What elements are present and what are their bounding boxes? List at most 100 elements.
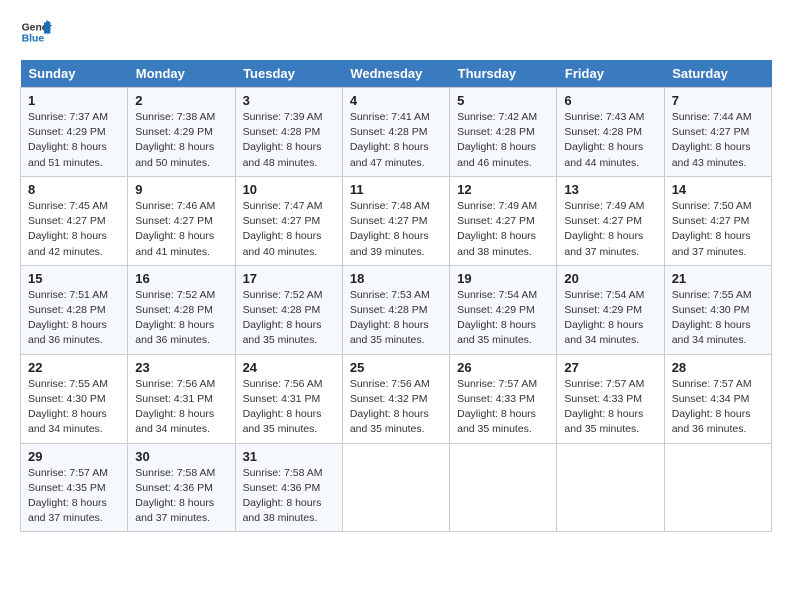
day-cell: 18 Sunrise: 7:53 AMSunset: 4:28 PMDayligh…: [342, 265, 449, 354]
day-cell: 11 Sunrise: 7:48 AMSunset: 4:27 PMDayligh…: [342, 176, 449, 265]
days-header-row: SundayMondayTuesdayWednesdayThursdayFrid…: [21, 60, 772, 88]
day-info: Sunrise: 7:57 AMSunset: 4:34 PMDaylight:…: [672, 378, 752, 436]
day-info: Sunrise: 7:55 AMSunset: 4:30 PMDaylight:…: [672, 289, 752, 347]
day-info: Sunrise: 7:39 AMSunset: 4:28 PMDaylight:…: [243, 111, 323, 169]
header-sunday: Sunday: [21, 60, 128, 88]
day-cell: 7Sunrise: 7:44 AMSunset: 4:27 PMDaylight…: [664, 88, 771, 177]
day-info: Sunrise: 7:51 AMSunset: 4:28 PMDaylight:…: [28, 289, 108, 347]
day-cell: 20Sunrise: 7:54 AMSunset: 4:29 PMDayligh…: [557, 265, 664, 354]
day-info: Sunrise: 7:49 AMSunset: 4:27 PMDaylight:…: [457, 200, 537, 258]
day-info: Sunrise: 7:52 AMSunset: 4:28 PMDaylight:…: [243, 289, 323, 347]
day-number: 28: [672, 360, 764, 375]
day-info: Sunrise: 7:50 AMSunset: 4:27 PMDaylight:…: [672, 200, 752, 258]
day-number: 9: [135, 182, 227, 197]
day-cell: 28 Sunrise: 7:57 AMSunset: 4:34 PMDayligh…: [664, 354, 771, 443]
day-info: Sunrise: 7:49 AMSunset: 4:27 PMDaylight:…: [564, 200, 644, 258]
day-number: 10: [243, 182, 335, 197]
day-number: 13: [564, 182, 656, 197]
day-number: 25: [350, 360, 442, 375]
day-info: Sunrise: 7:53 AMSunset: 4:28 PMDaylight:…: [350, 289, 430, 347]
day-cell: 1 Sunrise: 7:37 AMSunset: 4:29 PMDaylight…: [21, 88, 128, 177]
day-cell: 2Sunrise: 7:38 AMSunset: 4:29 PMDaylight…: [128, 88, 235, 177]
day-number: 31: [243, 449, 335, 464]
day-cell: 8 Sunrise: 7:45 AMSunset: 4:27 PMDaylight…: [21, 176, 128, 265]
day-info: Sunrise: 7:38 AMSunset: 4:29 PMDaylight:…: [135, 111, 215, 169]
day-cell: [342, 443, 449, 532]
day-number: 17: [243, 271, 335, 286]
day-cell: 5 Sunrise: 7:42 AMSunset: 4:28 PMDaylight…: [450, 88, 557, 177]
day-number: 26: [457, 360, 549, 375]
day-number: 16: [135, 271, 227, 286]
day-info: Sunrise: 7:57 AMSunset: 4:35 PMDaylight:…: [28, 467, 108, 525]
day-cell: 27 Sunrise: 7:57 AMSunset: 4:33 PMDayligh…: [557, 354, 664, 443]
day-number: 23: [135, 360, 227, 375]
day-info: Sunrise: 7:57 AMSunset: 4:33 PMDaylight:…: [564, 378, 644, 436]
day-info: Sunrise: 7:48 AMSunset: 4:27 PMDaylight:…: [350, 200, 430, 258]
week-row-3: 15Sunrise: 7:51 AMSunset: 4:28 PMDayligh…: [21, 265, 772, 354]
page-header: General Blue: [20, 16, 772, 48]
day-number: 11: [350, 182, 442, 197]
day-cell: 26 Sunrise: 7:57 AMSunset: 4:33 PMDayligh…: [450, 354, 557, 443]
header-friday: Friday: [557, 60, 664, 88]
day-info: Sunrise: 7:56 AMSunset: 4:32 PMDaylight:…: [350, 378, 430, 436]
day-number: 4: [350, 93, 442, 108]
day-cell: 14 Sunrise: 7:50 AMSunset: 4:27 PMDayligh…: [664, 176, 771, 265]
day-cell: 24 Sunrise: 7:56 AMSunset: 4:31 PMDayligh…: [235, 354, 342, 443]
day-number: 21: [672, 271, 764, 286]
day-cell: [664, 443, 771, 532]
week-row-5: 29Sunrise: 7:57 AMSunset: 4:35 PMDayligh…: [21, 443, 772, 532]
day-cell: 9 Sunrise: 7:46 AMSunset: 4:27 PMDaylight…: [128, 176, 235, 265]
day-info: Sunrise: 7:58 AMSunset: 4:36 PMDaylight:…: [135, 467, 215, 525]
day-info: Sunrise: 7:55 AMSunset: 4:30 PMDaylight:…: [28, 378, 108, 436]
day-cell: 22 Sunrise: 7:55 AMSunset: 4:30 PMDayligh…: [21, 354, 128, 443]
calendar-table: SundayMondayTuesdayWednesdayThursdayFrid…: [20, 60, 772, 532]
day-number: 18: [350, 271, 442, 286]
day-info: Sunrise: 7:57 AMSunset: 4:33 PMDaylight:…: [457, 378, 537, 436]
day-info: Sunrise: 7:41 AMSunset: 4:28 PMDaylight:…: [350, 111, 430, 169]
day-cell: 29Sunrise: 7:57 AMSunset: 4:35 PMDayligh…: [21, 443, 128, 532]
header-monday: Monday: [128, 60, 235, 88]
day-number: 6: [564, 93, 656, 108]
day-cell: 31 Sunrise: 7:58 AMSunset: 4:36 PMDayligh…: [235, 443, 342, 532]
header-saturday: Saturday: [664, 60, 771, 88]
day-info: Sunrise: 7:56 AMSunset: 4:31 PMDaylight:…: [243, 378, 323, 436]
day-cell: 16 Sunrise: 7:52 AMSunset: 4:28 PMDayligh…: [128, 265, 235, 354]
day-info: Sunrise: 7:58 AMSunset: 4:36 PMDaylight:…: [243, 467, 323, 525]
day-info: Sunrise: 7:44 AMSunset: 4:27 PMDaylight:…: [672, 111, 752, 169]
day-cell: 13 Sunrise: 7:49 AMSunset: 4:27 PMDayligh…: [557, 176, 664, 265]
day-number: 1: [28, 93, 120, 108]
day-cell: [450, 443, 557, 532]
svg-text:Blue: Blue: [22, 34, 45, 45]
day-info: Sunrise: 7:45 AMSunset: 4:27 PMDaylight:…: [28, 200, 108, 258]
day-cell: 17 Sunrise: 7:52 AMSunset: 4:28 PMDayligh…: [235, 265, 342, 354]
day-cell: [557, 443, 664, 532]
day-number: 14: [672, 182, 764, 197]
day-cell: 12Sunrise: 7:49 AMSunset: 4:27 PMDayligh…: [450, 176, 557, 265]
day-cell: 10 Sunrise: 7:47 AMSunset: 4:27 PMDayligh…: [235, 176, 342, 265]
day-number: 24: [243, 360, 335, 375]
header-thursday: Thursday: [450, 60, 557, 88]
day-info: Sunrise: 7:52 AMSunset: 4:28 PMDaylight:…: [135, 289, 215, 347]
day-info: Sunrise: 7:37 AMSunset: 4:29 PMDaylight:…: [28, 111, 108, 169]
day-cell: 3Sunrise: 7:39 AMSunset: 4:28 PMDaylight…: [235, 88, 342, 177]
day-number: 19: [457, 271, 549, 286]
day-info: Sunrise: 7:43 AMSunset: 4:28 PMDaylight:…: [564, 111, 644, 169]
day-number: 20: [564, 271, 656, 286]
day-number: 22: [28, 360, 120, 375]
day-number: 8: [28, 182, 120, 197]
day-info: Sunrise: 7:42 AMSunset: 4:28 PMDaylight:…: [457, 111, 537, 169]
day-info: Sunrise: 7:54 AMSunset: 4:29 PMDaylight:…: [457, 289, 537, 347]
day-number: 5: [457, 93, 549, 108]
header-tuesday: Tuesday: [235, 60, 342, 88]
day-info: Sunrise: 7:46 AMSunset: 4:27 PMDaylight:…: [135, 200, 215, 258]
week-row-2: 8 Sunrise: 7:45 AMSunset: 4:27 PMDaylight…: [21, 176, 772, 265]
header-wednesday: Wednesday: [342, 60, 449, 88]
day-info: Sunrise: 7:47 AMSunset: 4:27 PMDaylight:…: [243, 200, 323, 258]
day-cell: 4 Sunrise: 7:41 AMSunset: 4:28 PMDaylight…: [342, 88, 449, 177]
day-number: 27: [564, 360, 656, 375]
day-number: 30: [135, 449, 227, 464]
day-cell: 25 Sunrise: 7:56 AMSunset: 4:32 PMDayligh…: [342, 354, 449, 443]
day-cell: 30 Sunrise: 7:58 AMSunset: 4:36 PMDayligh…: [128, 443, 235, 532]
week-row-4: 22 Sunrise: 7:55 AMSunset: 4:30 PMDayligh…: [21, 354, 772, 443]
day-cell: 21 Sunrise: 7:55 AMSunset: 4:30 PMDayligh…: [664, 265, 771, 354]
